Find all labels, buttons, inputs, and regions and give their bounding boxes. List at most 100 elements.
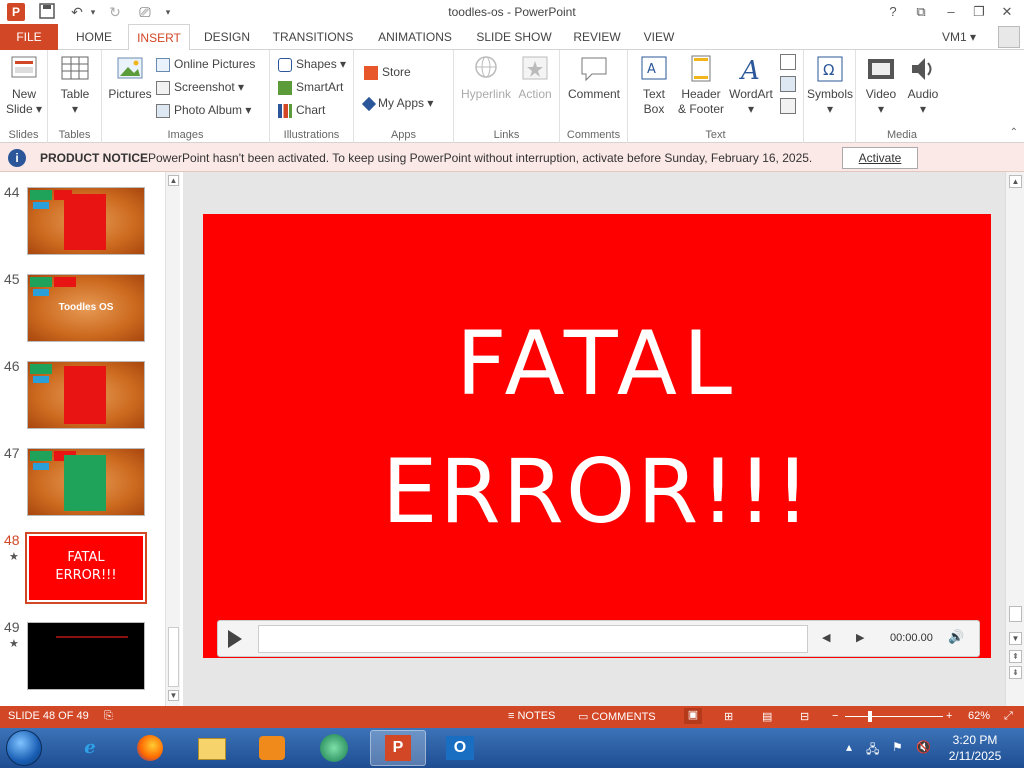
previous-slide-icon[interactable]: ⇞ (1009, 650, 1022, 663)
photo-album-button[interactable]: Photo Album ▾ (156, 100, 251, 120)
user-account-name[interactable]: VM1 ▾ (942, 24, 976, 50)
slide-thumbnail-49[interactable] (27, 622, 145, 690)
action-label: Action (518, 87, 552, 101)
chart-button[interactable]: Chart (278, 100, 325, 120)
new-slide-button[interactable]: New Slide ▾ (4, 54, 44, 117)
volume-muted-icon[interactable]: 🔇 (916, 740, 931, 754)
minimize-icon[interactable]: – (940, 2, 962, 22)
header-footer-button[interactable]: Header & Footer (676, 54, 726, 117)
thumbnail-scrollbar[interactable]: ▲ ▼ (165, 172, 180, 706)
pictures-button[interactable]: Pictures (106, 54, 154, 102)
online-pictures-button[interactable]: Online Pictures (156, 54, 255, 74)
tab-home[interactable]: HOME (66, 24, 122, 50)
powerpoint-taskbar-icon[interactable]: P (370, 730, 426, 766)
tab-file[interactable]: FILE (0, 24, 58, 50)
avatar[interactable] (998, 26, 1020, 48)
action-button[interactable]: Action (514, 54, 556, 102)
zoom-level[interactable]: 62% (968, 710, 990, 722)
tab-animations[interactable]: ANIMATIONS (366, 24, 464, 50)
normal-view-icon[interactable]: ▣ (684, 708, 702, 724)
slide-sorter-icon[interactable]: ⊞ (724, 710, 733, 723)
restore-icon[interactable]: ❐ (968, 2, 990, 22)
tab-design[interactable]: DESIGN (196, 24, 258, 50)
slide-counter: SLIDE 48 OF 49 (8, 710, 89, 722)
slide-thumbnail-44[interactable] (27, 187, 145, 255)
spell-check-icon[interactable]: ⎘ (104, 710, 113, 723)
comments-button[interactable]: ▭ COMMENTS (578, 710, 656, 723)
scroll-up-icon[interactable]: ▲ (168, 175, 179, 186)
slide-number-icon[interactable] (780, 76, 796, 92)
collapse-ribbon-icon[interactable]: ⌃ (1010, 127, 1018, 138)
tab-transitions[interactable]: TRANSITIONS (266, 24, 360, 50)
user-name[interactable]: VM1 (942, 30, 967, 44)
scroll-down-icon[interactable]: ▼ (168, 690, 179, 701)
group-tables: Table ▾ Tables (48, 50, 102, 143)
group-text: A Text Box Header & Footer A WordArt ▾ Te… (628, 50, 804, 143)
ribbon-display-options-icon[interactable]: ⧉ (910, 2, 932, 22)
wordart-button[interactable]: A WordArt ▾ (726, 54, 776, 117)
reading-view-icon[interactable]: ▤ (762, 710, 772, 723)
text-box-button[interactable]: A Text Box (632, 54, 676, 117)
network-icon[interactable]: 🖧 (866, 740, 879, 761)
tab-view[interactable]: VIEW (634, 24, 684, 50)
media-timeline[interactable] (258, 625, 808, 653)
photo-album-icon (156, 103, 170, 118)
scroll-down-icon[interactable]: ▼ (1009, 632, 1022, 645)
skip-forward-icon[interactable]: ▶ (856, 631, 864, 644)
current-slide[interactable]: FATAL ERROR!!! (203, 214, 991, 658)
internet-explorer-icon[interactable]: e (62, 730, 118, 766)
scroll-up-icon[interactable]: ▲ (1009, 175, 1022, 188)
thumbnail-scroll-thumb[interactable] (168, 627, 179, 687)
start-button[interactable] (6, 730, 42, 766)
my-apps-button[interactable]: My Apps ▾ (361, 93, 433, 113)
table-button[interactable]: Table ▾ (54, 54, 96, 117)
screenshot-button[interactable]: Screenshot ▾ (156, 77, 244, 97)
slide-title-line1[interactable]: FATAL (203, 314, 991, 414)
slide-thumbnail-48-selected[interactable]: FATAL ERROR!!! (25, 532, 147, 604)
media-player-icon[interactable] (244, 730, 300, 766)
group-symbols: Ω Symbols ▾ (804, 50, 856, 143)
system-clock[interactable]: 3:20 PM 2/11/2025 (944, 732, 1006, 764)
editor-scroll-thumb[interactable] (1009, 606, 1022, 622)
slide-thumbnail-47[interactable] (27, 448, 145, 516)
volume-icon[interactable]: 🔊 (948, 629, 964, 645)
comment-button[interactable]: Comment (564, 54, 624, 102)
help-button[interactable]: ? (882, 2, 904, 22)
hyperlink-button[interactable]: Hyperlink (458, 54, 514, 102)
file-explorer-icon[interactable] (184, 730, 240, 766)
editor-scrollbar[interactable]: ▲ ▼ ⇞ ⇟ (1005, 172, 1024, 706)
store-button[interactable]: Store (364, 62, 411, 82)
tab-insert[interactable]: INSERT (128, 24, 190, 51)
fit-slide-icon[interactable]: ⤢ (1004, 710, 1013, 723)
audio-button[interactable]: Audio ▾ (902, 54, 944, 117)
activate-button[interactable]: Activate (842, 147, 918, 169)
group-media: Video ▾ Audio ▾ Media (856, 50, 948, 143)
tab-review[interactable]: REVIEW (566, 24, 628, 50)
tab-slide-show[interactable]: SLIDE SHOW (470, 24, 558, 50)
media-center-icon[interactable] (306, 730, 362, 766)
close-icon[interactable]: ✕ (996, 2, 1018, 22)
play-icon[interactable] (228, 630, 242, 648)
action-center-flag-icon[interactable]: ⚑ (892, 740, 903, 754)
object-icon[interactable] (780, 98, 796, 114)
smartart-button[interactable]: SmartArt (278, 77, 343, 97)
slide-title-line2[interactable]: ERROR!!! (203, 442, 991, 542)
next-slide-icon[interactable]: ⇟ (1009, 666, 1022, 679)
zoom-slider-knob[interactable] (868, 711, 872, 722)
date-time-icon[interactable] (780, 54, 796, 70)
video-button[interactable]: Video ▾ (860, 54, 902, 117)
outlook-icon[interactable]: O (432, 730, 488, 766)
symbols-button[interactable]: Ω Symbols ▾ (806, 54, 854, 117)
firefox-icon[interactable] (122, 730, 178, 766)
slide-thumbnail-46[interactable] (27, 361, 145, 429)
skip-back-icon[interactable]: ◀ (822, 631, 830, 644)
zoom-out-button[interactable]: − (832, 710, 838, 722)
slide-thumbnail-45[interactable]: Toodles OS (27, 274, 145, 342)
show-hidden-icons[interactable]: ▴ (846, 740, 852, 754)
notes-button[interactable]: ≡ NOTES (508, 710, 555, 722)
slide-show-icon[interactable]: ⊟ (800, 710, 809, 723)
zoom-slider[interactable] (845, 716, 943, 717)
zoom-in-button[interactable]: + (946, 710, 952, 722)
ribbon: New Slide ▾ Slides Table ▾ Tables Picture… (0, 50, 1024, 143)
shapes-button[interactable]: Shapes ▾ (278, 54, 346, 74)
